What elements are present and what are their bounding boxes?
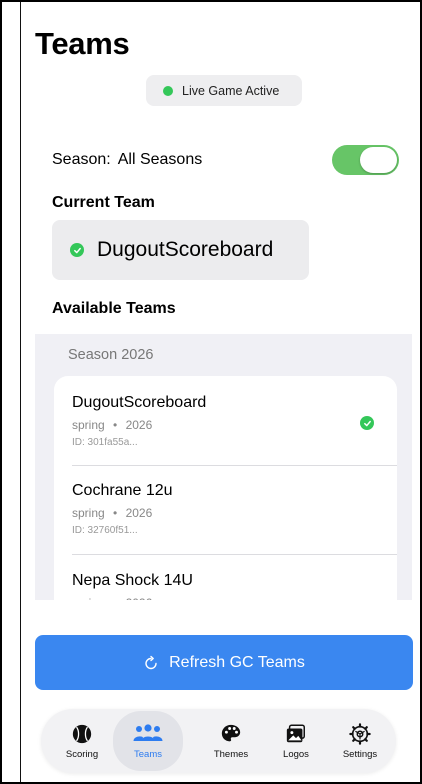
team-season: spring bbox=[72, 418, 105, 432]
team-row-cochrane-12u[interactable]: Cochrane 12u spring • 2026 ID: 32760f51.… bbox=[54, 466, 397, 555]
tab-teams[interactable]: Teams bbox=[113, 711, 183, 771]
frame-edge bbox=[20, 2, 21, 782]
toggle-knob bbox=[360, 147, 397, 173]
team-meta: spring • 2026 bbox=[72, 506, 152, 520]
team-name: DugoutScoreboard bbox=[72, 394, 207, 411]
baseball-icon bbox=[72, 724, 92, 743]
people-icon bbox=[133, 723, 163, 741]
refresh-button-label: Refresh GC Teams bbox=[169, 653, 305, 671]
current-team-heading: Current Team bbox=[52, 194, 155, 211]
current-team-card: DugoutScoreboard bbox=[52, 220, 309, 280]
tab-label: Settings bbox=[342, 748, 378, 760]
available-teams-list[interactable]: Season 2026 DugoutScoreboard spring • 20… bbox=[35, 334, 412, 600]
tab-settings[interactable]: Settings bbox=[327, 709, 393, 773]
season-group-header: Season 2026 bbox=[68, 347, 154, 363]
meta-separator: • bbox=[113, 418, 118, 432]
team-year: 2026 bbox=[125, 506, 153, 520]
tab-label: Themes bbox=[213, 748, 249, 760]
tab-label: Teams bbox=[134, 748, 162, 760]
live-game-badge: Live Game Active bbox=[146, 75, 302, 106]
app-frame: Teams Live Game Active Season: All Seaso… bbox=[0, 0, 422, 784]
team-name: Cochrane 12u bbox=[72, 482, 173, 499]
season-label: Season: bbox=[52, 151, 111, 168]
tab-logos[interactable]: Logos bbox=[263, 709, 329, 773]
team-row-dugoutscoreboard[interactable]: DugoutScoreboard spring • 2026 ID: 301fa… bbox=[54, 376, 397, 465]
meta-separator: • bbox=[113, 506, 118, 520]
meta-separator: • bbox=[113, 596, 117, 600]
team-year: 2026 bbox=[125, 418, 153, 432]
team-season: spring bbox=[72, 506, 105, 520]
tab-scoring[interactable]: Scoring bbox=[49, 709, 115, 773]
refresh-gc-teams-button[interactable]: Refresh GC Teams bbox=[35, 635, 413, 690]
tab-bar: Scoring Teams Themes Logos Settings bbox=[41, 709, 396, 773]
team-meta: spring • 2026 bbox=[72, 418, 152, 432]
team-season: spring bbox=[72, 596, 105, 600]
team-id: ID: 301fa55a... bbox=[72, 437, 138, 448]
team-id: ID: 32760f51... bbox=[72, 525, 138, 536]
live-status-label: Live Game Active bbox=[182, 83, 280, 98]
current-team-name: DugoutScoreboard bbox=[97, 238, 274, 261]
selected-checkmark-icon bbox=[360, 416, 374, 430]
available-teams-heading: Available Teams bbox=[52, 300, 176, 317]
photos-icon bbox=[286, 724, 305, 742]
team-meta: spring • 2026 bbox=[72, 596, 152, 600]
tab-label: Logos bbox=[283, 748, 309, 760]
live-status-dot-icon bbox=[163, 85, 173, 96]
season-toggle[interactable] bbox=[332, 145, 399, 175]
teams-card: DugoutScoreboard spring • 2026 ID: 301fa… bbox=[54, 376, 397, 600]
team-name: Nepa Shock 14U bbox=[72, 572, 193, 589]
team-year: 2026 bbox=[126, 596, 153, 600]
page-title: Teams bbox=[35, 26, 130, 61]
gear-icon bbox=[349, 722, 371, 745]
refresh-icon bbox=[145, 655, 157, 669]
tab-label: Scoring bbox=[65, 748, 99, 760]
tab-themes[interactable]: Themes bbox=[198, 709, 264, 773]
palette-icon bbox=[221, 724, 241, 741]
checkmark-circle-icon bbox=[70, 243, 84, 257]
team-row-nepa-shock-14u[interactable]: Nepa Shock 14U spring • 2026 bbox=[54, 555, 397, 600]
season-value: All Seasons bbox=[117, 151, 203, 168]
